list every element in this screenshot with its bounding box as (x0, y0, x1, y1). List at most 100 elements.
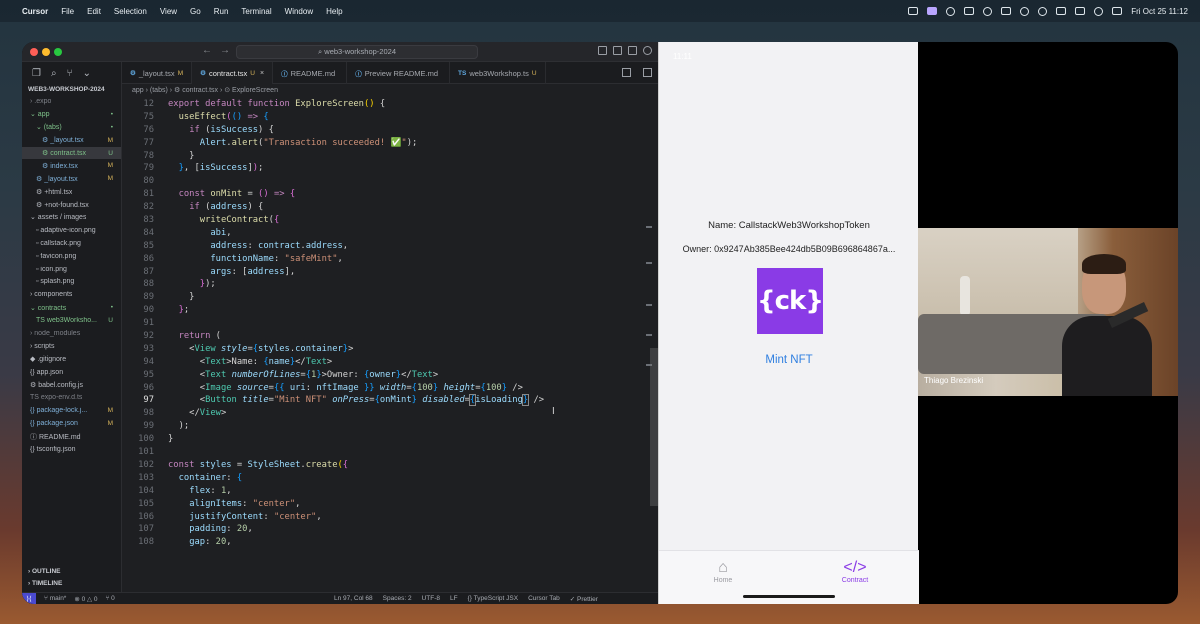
line-number: 92 (143, 331, 154, 342)
cursor-tab-status[interactable]: Cursor Tab (528, 595, 560, 603)
tree-item[interactable]: ⚙ index.tsx M (22, 159, 121, 172)
tree-item[interactable]: {} app.json (22, 366, 121, 379)
ports-count[interactable]: ⑂ 0 (105, 595, 114, 602)
source-control-icon[interactable]: ⑂ (67, 68, 73, 79)
tree-item[interactable]: ▫ icon.png (22, 263, 121, 276)
tab-preview-readme-md[interactable]: ⓘ Preview README.md (347, 62, 451, 84)
command-search-input[interactable]: ⌕ web3-workshop-2024 (236, 45, 478, 59)
tree-item[interactable]: {} package.json M (22, 417, 121, 430)
breadcrumb[interactable]: app › (tabs) › ⚙ contract.tsx › ⊙ Explor… (132, 85, 278, 97)
tree-item[interactable]: › .expo (22, 95, 121, 108)
search-icon[interactable] (1094, 6, 1104, 16)
wifi-icon[interactable] (1075, 7, 1086, 15)
menubar-clock[interactable]: Fri Oct 25 11:12 (1131, 7, 1188, 16)
tree-item[interactable]: ⚙ +not-found.tsx (22, 198, 121, 211)
phone-tab-label: Home (713, 577, 733, 584)
editor-scrollbar[interactable] (650, 348, 658, 506)
menu-item-help[interactable]: Help (326, 7, 342, 16)
tree-item[interactable]: ⌄ (tabs) • (22, 121, 121, 134)
prettier-status[interactable]: ✓ Prettier (570, 595, 598, 603)
split-editor-icon[interactable] (622, 68, 631, 77)
phone-tab-home[interactable]: ⌂ Home (693, 559, 753, 584)
tree-item[interactable]: ⚙ contract.tsx U (22, 146, 121, 160)
language-mode[interactable]: {} TypeScript JSX (468, 595, 518, 603)
encoding[interactable]: UTF-8 (422, 595, 440, 603)
monitor-icon[interactable] (964, 7, 975, 15)
chevron-down-icon[interactable]: ⌄ (83, 68, 91, 79)
close-window-button[interactable] (30, 48, 38, 56)
tree-item[interactable]: ⚙ _layout.tsx M (22, 134, 121, 147)
bluetooth-icon[interactable] (1001, 7, 1012, 15)
more-actions-icon[interactable] (643, 68, 652, 77)
line-number: 85 (143, 240, 154, 251)
line-endings[interactable]: LF (450, 595, 458, 603)
tree-item[interactable]: TS web3Worksho... U (22, 314, 121, 327)
menu-item-selection[interactable]: Selection (114, 7, 147, 16)
settings-gear-icon[interactable] (643, 46, 652, 55)
nav-arrows-icon[interactable]: ←→ (202, 45, 238, 56)
tree-item[interactable]: {} tsconfig.json (22, 443, 121, 456)
toggle-panel-icon[interactable] (613, 46, 622, 55)
screen-share-icon[interactable] (927, 7, 938, 15)
phone-tab-contract[interactable]: </> Contract (825, 559, 885, 584)
phone-time: 11:11 (673, 52, 692, 61)
control-center-icon[interactable] (1112, 7, 1123, 15)
tree-item[interactable]: ▫ splash.png (22, 275, 121, 288)
tree-item-label: ⚙ contract.tsx (42, 150, 87, 157)
zoom-window-button[interactable] (54, 48, 62, 56)
home-indicator[interactable] (743, 595, 835, 598)
tab-readme-md[interactable]: ⓘ README.md (273, 62, 348, 84)
tree-item[interactable]: ⌄ contracts • (22, 301, 121, 314)
code-editor[interactable]: 12 export default function ExploreScreen(… (122, 98, 658, 582)
problems-count[interactable]: ⊗ 0 △ 0 (74, 595, 97, 603)
tree-item[interactable]: ⚙ +html.tsx (22, 185, 121, 198)
menu-item-view[interactable]: View (160, 7, 177, 16)
line-number: 106 (138, 511, 154, 522)
menu-item-file[interactable]: File (61, 7, 74, 16)
tree-item[interactable]: ⌄ app • (22, 108, 121, 121)
tree-item[interactable]: › scripts (22, 340, 121, 353)
outline-section[interactable]: › OUTLINE (22, 568, 122, 580)
toggle-secondary-sidebar-icon[interactable] (628, 46, 637, 55)
tree-item[interactable]: ▫ adaptive-icon.png (22, 224, 121, 237)
tree-item[interactable]: ⚙ _layout.tsx M (22, 172, 121, 185)
search-panel-icon[interactable]: ⌕ (51, 68, 57, 79)
tree-item[interactable]: ⚙ babel.config.js (22, 379, 121, 392)
mint-nft-button[interactable]: Mint NFT (659, 354, 919, 366)
moon-icon[interactable] (1020, 6, 1030, 16)
minimap[interactable] (646, 98, 652, 582)
tree-item[interactable]: ⌄ assets / images (22, 211, 121, 224)
close-tab-icon[interactable]: × (260, 70, 264, 77)
profile-icon[interactable] (1038, 6, 1048, 16)
menu-item-terminal[interactable]: Terminal (241, 7, 271, 16)
minimize-window-button[interactable] (42, 48, 50, 56)
battery-icon[interactable] (1056, 7, 1067, 15)
tree-item[interactable]: TS expo-env.d.ts (22, 391, 121, 404)
tree-item[interactable]: ▫ callstack.png (22, 237, 121, 250)
timeline-section[interactable]: › TIMELINE (22, 580, 122, 592)
tree-item[interactable]: › node_modules (22, 327, 121, 340)
menu-item-run[interactable]: Run (214, 7, 229, 16)
menu-app-name[interactable]: Cursor (22, 7, 48, 16)
cursor-position[interactable]: Ln 97, Col 68 (334, 595, 373, 603)
toggle-sidebar-icon[interactable] (598, 46, 607, 55)
menu-item-edit[interactable]: Edit (87, 7, 101, 16)
tab--layout-tsx[interactable]: ⚙ _layout.tsx M (122, 62, 193, 84)
indentation[interactable]: Spaces: 2 (383, 595, 412, 603)
remote-icon[interactable]: ⟩⟨ (22, 592, 36, 604)
tree-item[interactable]: ▫ favicon.png (22, 250, 121, 263)
code-text: <View style={styles.container}> (168, 343, 354, 354)
tree-item[interactable]: ◆ .gitignore (22, 353, 121, 366)
git-branch[interactable]: ⑂ main* (44, 595, 66, 602)
tab-web3workshop-ts[interactable]: TS web3Workshop.ts U (450, 62, 546, 84)
tab-contract-tsx[interactable]: ⚙ contract.tsx U × (192, 62, 274, 84)
files-icon[interactable]: ❐ (32, 68, 41, 79)
menu-item-go[interactable]: Go (190, 7, 201, 16)
clock-icon[interactable] (983, 6, 993, 16)
tree-item[interactable]: › components (22, 288, 121, 301)
window-icon[interactable] (908, 7, 919, 15)
menu-item-window[interactable]: Window (285, 7, 313, 16)
record-icon[interactable] (946, 6, 956, 16)
tree-item[interactable]: {} package-lock.j... M (22, 404, 121, 417)
tree-item[interactable]: ⓘ README.md (22, 430, 121, 443)
